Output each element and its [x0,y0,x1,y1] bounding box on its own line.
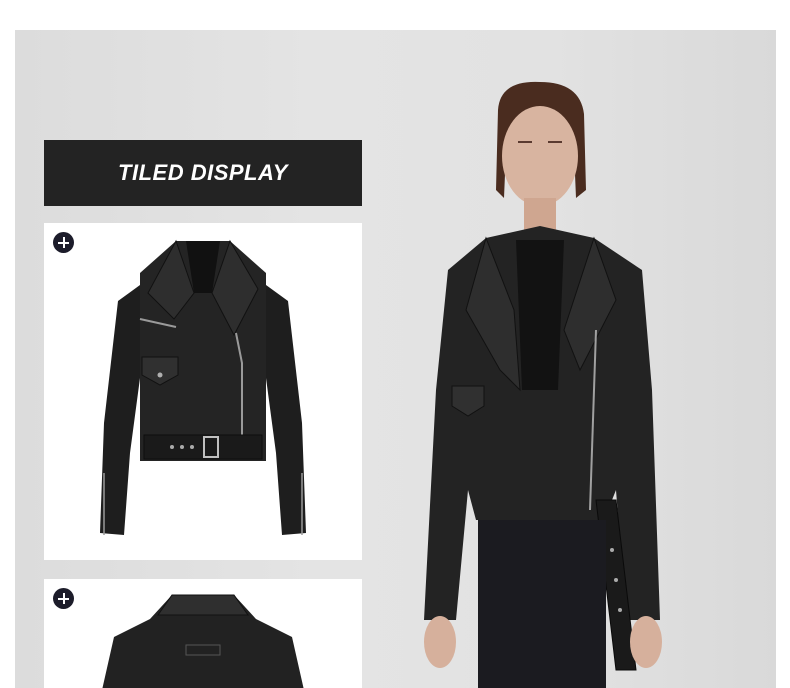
jacket-front-image [100,239,306,535]
section-banner: TILED DISPLAY [44,140,362,206]
jacket-back-image [102,594,304,688]
plus-circle-icon[interactable] [53,232,74,253]
product-tile-front[interactable] [44,223,362,560]
product-tile-back[interactable] [44,579,362,688]
model-photo [424,81,662,688]
plus-circle-icon[interactable] [53,588,74,609]
banner-title: TILED DISPLAY [118,160,288,185]
product-panel: TILED DISPLAY [15,30,776,688]
